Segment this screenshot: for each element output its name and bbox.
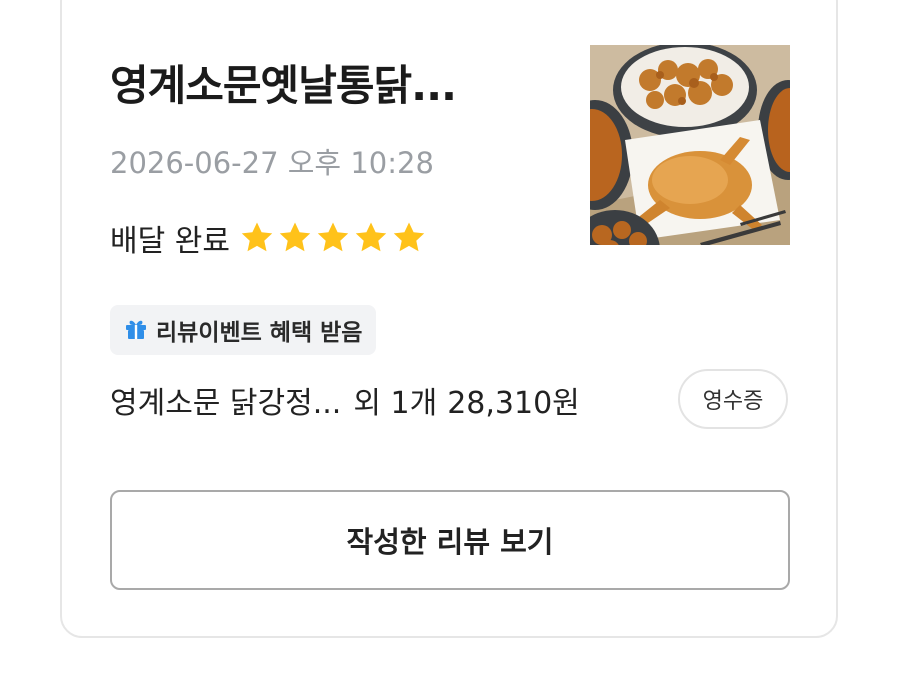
delivery-status: 배달 완료 xyxy=(110,224,230,259)
star-icon xyxy=(241,222,273,252)
store-name[interactable]: 영계소문옛날통닭... xyxy=(110,52,570,113)
store-thumbnail[interactable] xyxy=(590,45,790,245)
gift-icon xyxy=(124,316,148,344)
review-event-label: 리뷰이벤트 혜택 받음 xyxy=(156,320,363,346)
star-icon xyxy=(393,222,425,252)
status-row: 배달 완료 xyxy=(110,214,428,262)
star-icon xyxy=(279,222,311,252)
star-icon xyxy=(317,222,349,252)
receipt-button[interactable]: 영수증 xyxy=(678,369,788,429)
star-rating xyxy=(238,219,428,257)
view-review-button[interactable]: 작성한 리뷰 보기 xyxy=(110,490,790,590)
fried-chicken-photo xyxy=(590,45,790,245)
menu-summary: 영계소문 닭강정... xyxy=(110,386,342,421)
order-price: 28,310원 xyxy=(447,386,580,421)
star-icon xyxy=(355,222,387,252)
order-datetime: 2026-06-27 오후 10:28 xyxy=(110,146,434,180)
menu-extra-count: 외 1개 xyxy=(353,386,438,421)
review-event-badge: 리뷰이벤트 혜택 받음 xyxy=(110,305,377,355)
